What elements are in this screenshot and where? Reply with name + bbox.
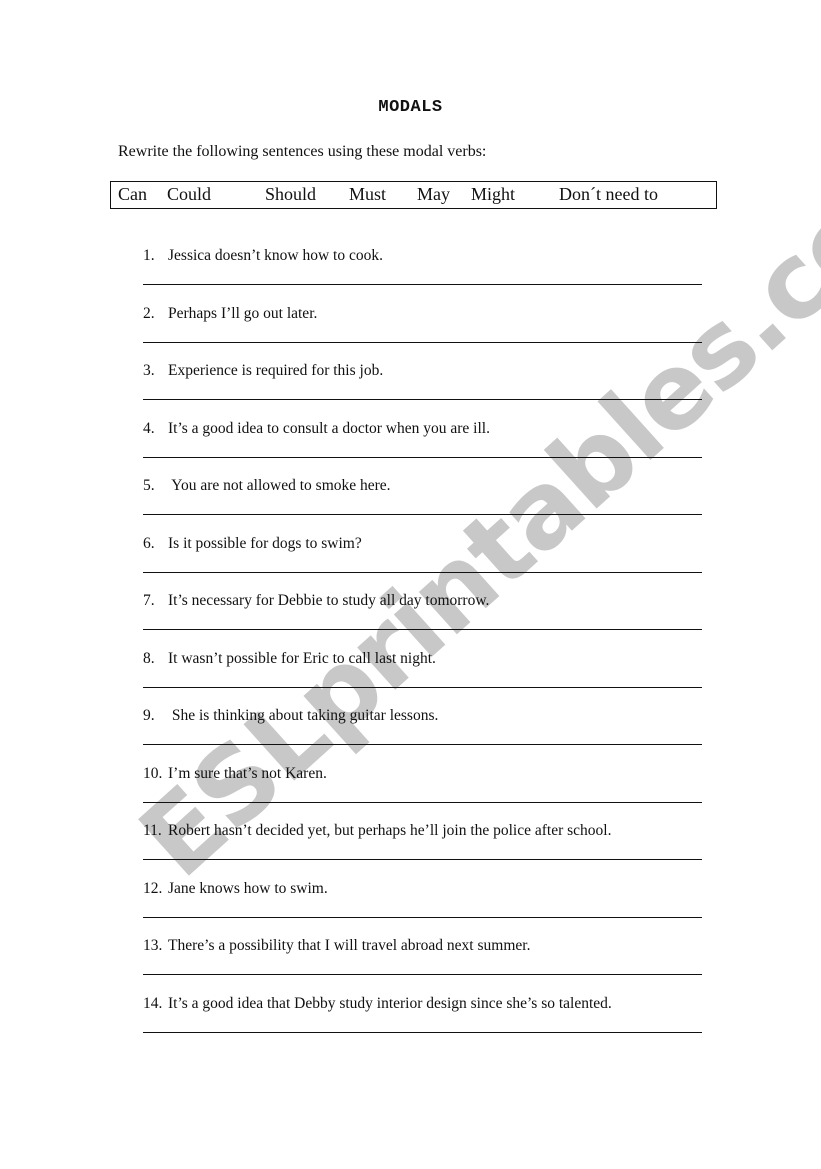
exercise-sentence: Is it possible for dogs to swim? (168, 534, 362, 552)
modal-verb: May (417, 184, 450, 204)
exercise-item: 10. I’m sure that’s not Karen. (143, 765, 703, 783)
exercise-sentence: Experience is required for this job. (168, 362, 384, 379)
exercise-sentence: Perhaps I’ll go out later. (168, 304, 318, 322)
exercise-number: 14. (143, 994, 163, 1012)
answer-line[interactable] (143, 859, 702, 860)
exercise-item: 13. There’s a possibility that I will tra… (143, 937, 703, 955)
exercise-sentence: It’s a good idea that Debby study interi… (168, 994, 612, 1012)
exercise-number: 9. (143, 707, 155, 724)
exercise-number: 13. (143, 937, 163, 954)
answer-line[interactable] (143, 801, 702, 803)
exercise-sentence: You are not allowed to smoke here. (168, 477, 391, 494)
exercise-sentence: Robert hasn’t decided yet, but perhaps h… (168, 822, 612, 839)
exercise-item: 3. Experience is required for this job. (143, 362, 703, 380)
exercise-item: 8. It wasn’t possible for Eric to call la… (143, 650, 703, 668)
modal-verb: Could (167, 184, 212, 204)
exercise-item: 2. Perhaps I’ll go out later. (143, 305, 703, 323)
page-title: MODALS (378, 98, 443, 117)
modal-verb: Should (265, 184, 317, 204)
exercise-item: 14. It’s a good idea that Debby study int… (143, 995, 703, 1013)
exercise-item: 5. You are not allowed to smoke here. (143, 477, 703, 495)
exercise-sentence: It wasn’t possible for Eric to call last… (168, 649, 436, 667)
exercise-item: 12. Jane knows how to swim. (143, 880, 703, 898)
answer-line[interactable] (143, 1031, 702, 1033)
instructions: Rewrite the following sentences using th… (118, 143, 487, 160)
answer-line[interactable] (143, 341, 702, 343)
exercise-item: 6. Is it possible for dogs to swim? (143, 535, 703, 553)
modal-verb: Might (471, 184, 516, 204)
exercise-sentence: There’s a possibility that I will travel… (168, 937, 531, 954)
answer-line[interactable] (143, 974, 702, 975)
exercise-number: 5. (143, 477, 155, 494)
answer-line[interactable] (143, 744, 702, 745)
answer-line[interactable] (143, 571, 702, 573)
answer-line[interactable] (143, 686, 702, 688)
exercise-sentence: I’m sure that’s not Karen. (168, 764, 327, 782)
exercise-number: 4. (143, 419, 155, 437)
exercise-item: 7. It’s necessary for Debbie to study all… (143, 592, 703, 610)
exercise-item: 9. She is thinking about taking guitar l… (143, 707, 703, 725)
exercise-item: 1. Jessica doesn’t know how to cook. (143, 247, 703, 265)
exercise-number: 6. (143, 534, 155, 552)
modal-verb: Can (118, 184, 147, 204)
exercise-number: 2. (143, 304, 155, 322)
answer-line[interactable] (143, 916, 702, 918)
exercise-item: 4. It’s a good idea to consult a doctor w… (143, 420, 703, 438)
exercise-number: 12. (143, 879, 163, 897)
exercise-number: 11. (143, 822, 162, 839)
exercise-number: 8. (143, 649, 155, 667)
answer-line[interactable] (143, 456, 702, 458)
exercise-sentence: It’s necessary for Debbie to study all d… (168, 592, 490, 609)
worksheet-page: MODALS Rewrite the following sentences u… (0, 0, 821, 1169)
exercise-number: 10. (143, 764, 163, 782)
answer-line[interactable] (143, 399, 702, 400)
answer-line[interactable] (143, 284, 702, 285)
modal-verbs-box: Can Could Should Must May Might Don´t ne… (110, 181, 717, 209)
exercise-sentence: She is thinking about taking guitar less… (168, 707, 439, 724)
exercise-number: 3. (143, 362, 155, 379)
exercise-number: 1. (143, 247, 155, 264)
answer-line[interactable] (143, 514, 702, 515)
exercise-sentence: It’s a good idea to consult a doctor whe… (168, 419, 490, 437)
exercise-number: 7. (143, 592, 155, 609)
exercise-item: 11. Robert hasn’t decided yet, but perhap… (143, 822, 703, 840)
exercise-sentence: Jessica doesn’t know how to cook. (168, 247, 383, 264)
exercise-sentence: Jane knows how to swim. (168, 879, 328, 897)
modal-verb: Must (349, 184, 387, 204)
answer-line[interactable] (143, 629, 702, 630)
modal-verb: Don´t need to (559, 184, 658, 204)
